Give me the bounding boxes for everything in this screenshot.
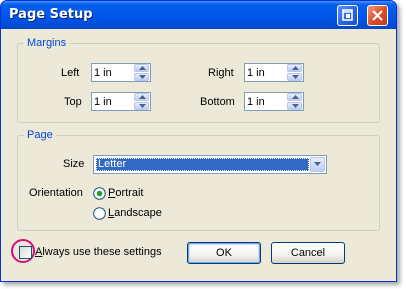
restore-window-icon <box>342 9 353 21</box>
portrait-label-rest: ortrait <box>115 187 144 199</box>
margin-top-down-button[interactable] <box>134 102 149 110</box>
margin-left-up-button[interactable] <box>134 64 149 72</box>
size-dropdown-button[interactable] <box>310 157 325 172</box>
margin-top-spinner <box>91 92 151 111</box>
landscape-label[interactable]: Landscape <box>108 207 162 219</box>
chevron-down-icon <box>292 104 299 108</box>
chevron-down-icon <box>139 75 146 79</box>
orientation-label: Orientation <box>29 187 83 199</box>
title-bar[interactable]: Page Setup <box>1 1 396 29</box>
margin-right-down-button[interactable] <box>287 73 302 81</box>
close-button[interactable] <box>367 5 388 26</box>
chevron-up-icon <box>292 95 299 99</box>
margin-right-up-button[interactable] <box>287 64 302 72</box>
size-value: Letter <box>96 158 309 171</box>
chevron-up-icon <box>139 66 146 70</box>
landscape-label-rest: andscape <box>114 207 162 219</box>
chevron-up-icon <box>139 95 146 99</box>
page-setup-dialog: Page Setup Margins Left Right Top <box>0 0 397 282</box>
close-icon <box>372 10 383 21</box>
landscape-radio[interactable] <box>93 207 106 220</box>
radio-selected-icon <box>93 187 106 200</box>
chevron-up-icon <box>292 66 299 70</box>
portrait-label[interactable]: Portrait <box>108 187 143 199</box>
chevron-down-icon <box>139 104 146 108</box>
margin-top-label: Top <box>64 96 82 108</box>
ok-button[interactable]: OK <box>187 242 261 264</box>
radio-unselected-icon <box>93 207 106 220</box>
margins-legend: Margins <box>27 37 67 49</box>
margin-top-up-button[interactable] <box>134 93 149 101</box>
cancel-button[interactable]: Cancel <box>271 242 345 264</box>
always-use-label[interactable]: Always use these settings <box>35 246 162 258</box>
always-use-checkbox[interactable] <box>19 246 32 259</box>
margins-group: Margins <box>17 37 380 123</box>
size-label: Size <box>63 158 85 170</box>
page-legend: Page <box>27 129 53 141</box>
always-use-label-rest: lways use these settings <box>42 246 162 258</box>
margin-left-input[interactable] <box>92 64 136 81</box>
margin-bottom-down-button[interactable] <box>287 102 302 110</box>
chevron-down-icon <box>314 162 321 166</box>
margin-bottom-spinner <box>244 92 304 111</box>
margin-left-label: Left <box>61 67 80 79</box>
margin-left-down-button[interactable] <box>134 73 149 81</box>
margin-bottom-up-button[interactable] <box>287 93 302 101</box>
chevron-down-icon <box>292 75 299 79</box>
margin-top-input[interactable] <box>92 93 136 110</box>
margin-left-spinner <box>91 63 151 82</box>
size-select[interactable]: Letter <box>93 155 327 174</box>
page-group: Page <box>17 129 380 231</box>
margin-bottom-label: Bottom <box>200 96 235 108</box>
margin-bottom-input[interactable] <box>245 93 289 110</box>
margin-right-label: Right <box>208 67 234 79</box>
portrait-radio[interactable] <box>93 187 106 200</box>
window-title: Page Setup <box>9 7 93 22</box>
restore-button[interactable] <box>337 5 358 26</box>
margin-right-spinner <box>244 63 304 82</box>
margin-right-input[interactable] <box>245 64 289 81</box>
